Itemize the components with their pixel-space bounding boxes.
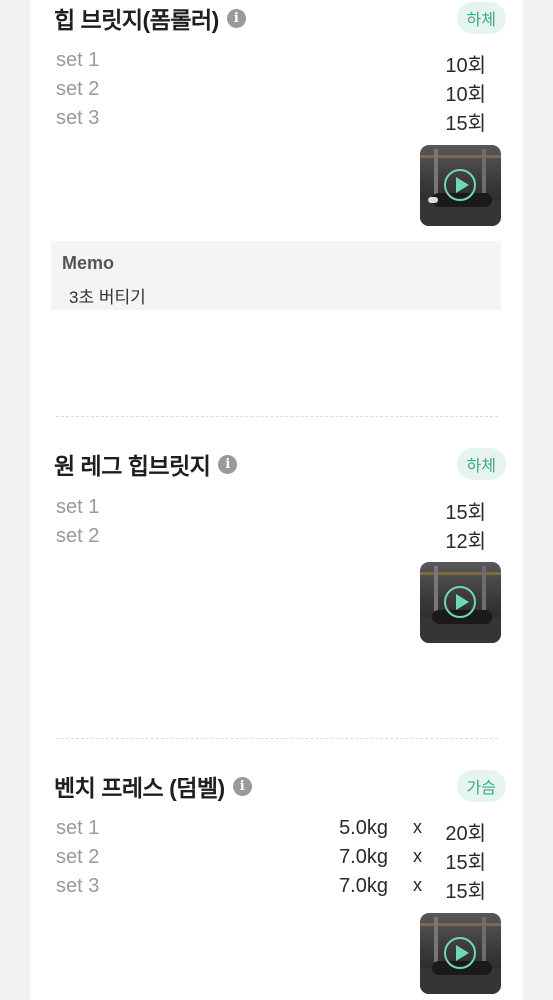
set-reps: 20회 (445, 823, 486, 845)
exercise-header: 원 레그 힙브릿지 i (54, 446, 238, 482)
set-reps: 15회 (445, 113, 486, 135)
exercise-header: 벤치 프레스 (덤벨) i (54, 768, 252, 804)
set-reps: 10회 (445, 55, 486, 77)
thumbnail-scene (420, 572, 501, 575)
memo-title: Memo (62, 253, 115, 273)
play-icon[interactable] (444, 169, 476, 201)
set-label: set 1 (56, 817, 100, 839)
thumbnail-scene (434, 566, 438, 611)
set-reps: 15회 (445, 852, 486, 874)
workout-card: 힙 브릿지(폼롤러) i 하체 set 1 10회 set 2 10회 set … (30, 0, 523, 1000)
set-row: set 1 5.0kg x 20회 (56, 814, 486, 845)
exercise-header: 힙 브릿지(폼롤러) i (54, 0, 246, 36)
divider (56, 416, 498, 417)
thumbnail-scene (482, 149, 486, 194)
exercise-video-thumbnail[interactable] (420, 145, 501, 226)
body-part-badge: 가슴 (456, 770, 506, 802)
memo-box: Memo 3초 버티기 (51, 241, 501, 310)
set-multiplier: x (413, 846, 422, 866)
set-weight: 5.0kg (339, 817, 388, 839)
exercise-video-thumbnail[interactable] (420, 913, 501, 994)
play-icon[interactable] (444, 586, 476, 618)
set-row: set 1 15회 (56, 493, 486, 524)
set-row: set 2 12회 (56, 522, 486, 553)
divider (56, 738, 498, 739)
set-label: set 1 (56, 49, 100, 71)
thumbnail-scene (434, 917, 438, 962)
info-icon[interactable]: i (226, 8, 246, 28)
set-row: set 2 7.0kg x 15회 (56, 843, 486, 874)
thumbnail-scene (482, 917, 486, 962)
thumbnail-scene (420, 155, 501, 158)
thumbnail-scene (434, 149, 438, 194)
exercise-title: 벤치 프레스 (덤벨) (54, 775, 225, 801)
set-weight: 7.0kg (339, 875, 388, 897)
set-row: set 2 10회 (56, 75, 486, 106)
set-row: set 3 15회 (56, 104, 486, 135)
body-part-badge: 하체 (456, 448, 506, 480)
set-multiplier: x (413, 875, 422, 895)
set-weight: 7.0kg (339, 846, 388, 868)
set-reps: 15회 (445, 502, 486, 524)
memo-text: 3초 버티기 (69, 288, 146, 307)
set-row: set 3 7.0kg x 15회 (56, 872, 486, 903)
set-label: set 3 (56, 875, 100, 897)
set-label: set 3 (56, 107, 100, 129)
thumbnail-scene (420, 923, 501, 926)
set-reps: 15회 (445, 881, 486, 903)
info-icon[interactable]: i (232, 776, 252, 796)
set-label: set 1 (56, 496, 100, 518)
play-icon[interactable] (444, 937, 476, 969)
set-label: set 2 (56, 78, 100, 100)
set-row: set 1 10회 (56, 46, 486, 77)
set-reps: 12회 (445, 531, 486, 553)
set-label: set 2 (56, 525, 100, 547)
set-label: set 2 (56, 846, 100, 868)
thumbnail-scene (482, 566, 486, 611)
set-multiplier: x (413, 817, 422, 837)
exercise-title: 힙 브릿지(폼롤러) (54, 7, 219, 33)
thumbnail-scene (428, 197, 438, 203)
info-icon[interactable]: i (218, 454, 238, 474)
set-reps: 10회 (445, 84, 486, 106)
exercise-title: 원 레그 힙브릿지 (54, 453, 211, 479)
exercise-video-thumbnail[interactable] (420, 562, 501, 643)
body-part-badge: 하체 (456, 2, 506, 34)
